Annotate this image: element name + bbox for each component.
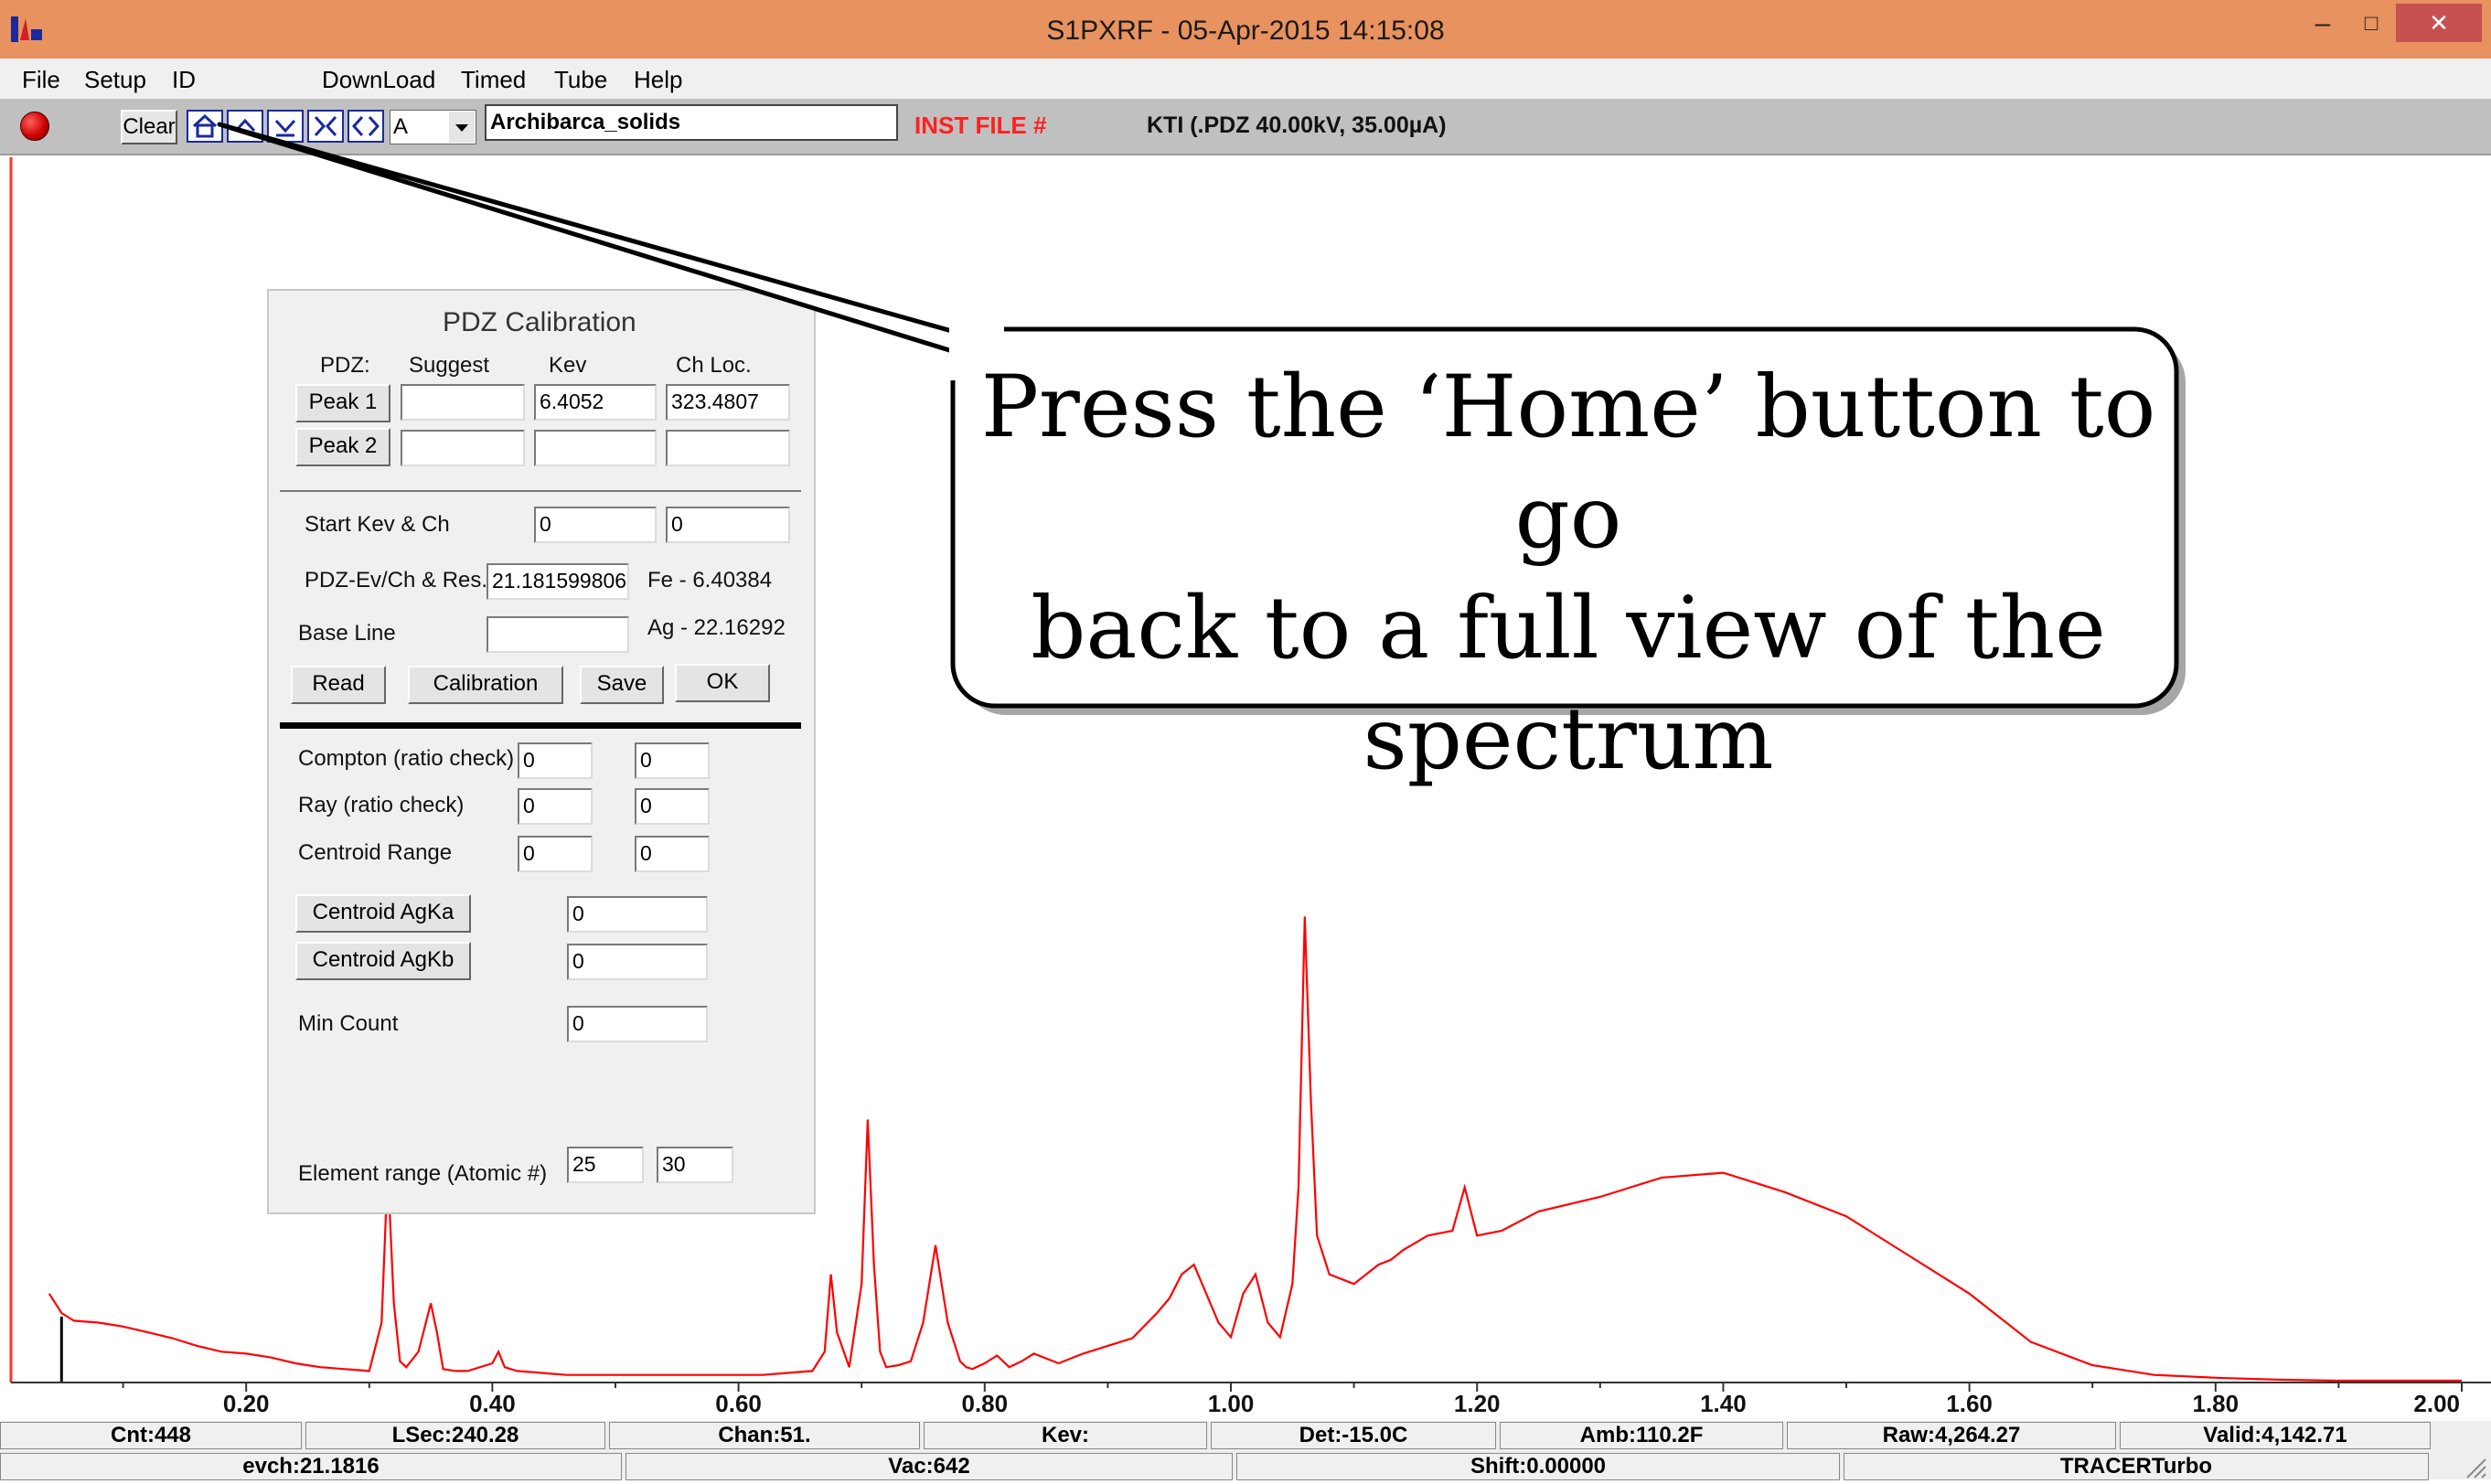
callout-line-3: spectrum [1363,689,1774,789]
callout-text: Press the ‘Home’ button to go back to a … [969,352,2167,795]
callout-line-2: back to a full view of the [1031,579,2106,678]
callout-line-1: Press the ‘Home’ button to go [980,358,2156,568]
